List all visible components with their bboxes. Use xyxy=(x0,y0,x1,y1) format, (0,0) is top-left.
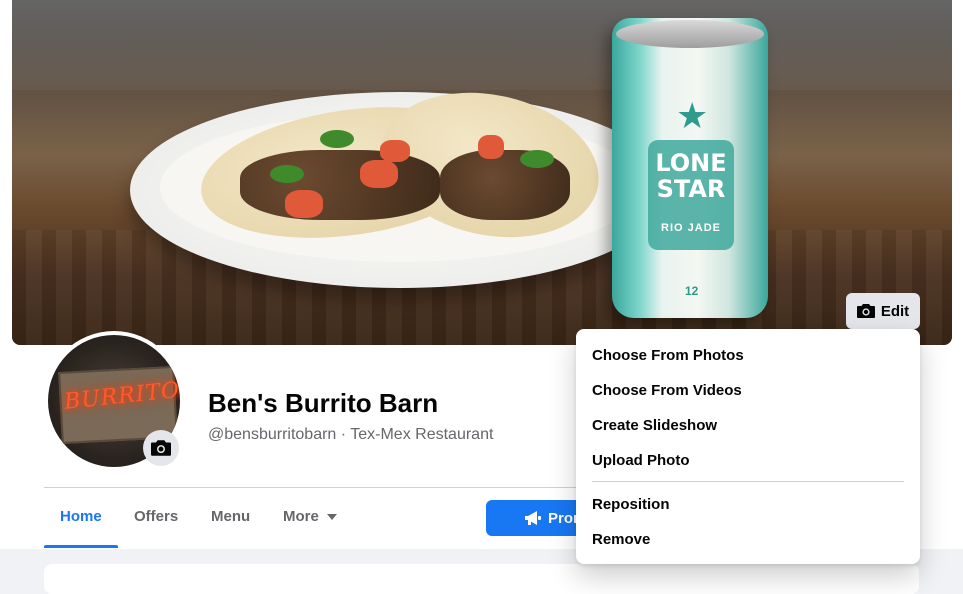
taco-filling xyxy=(240,150,440,220)
menu-item-create-slideshow[interactable]: Create Slideshow xyxy=(592,417,717,434)
camera-icon xyxy=(856,304,875,318)
tomato xyxy=(360,160,398,188)
menu-item-choose-from-photos[interactable]: Choose From Photos xyxy=(592,347,744,364)
megaphone-icon xyxy=(525,511,541,525)
tab-more[interactable]: More xyxy=(283,508,337,525)
tomato xyxy=(478,135,504,159)
cover-background xyxy=(12,0,952,90)
leaf xyxy=(270,165,304,183)
menu-item-reposition[interactable]: Reposition xyxy=(592,496,670,513)
leaf xyxy=(520,150,554,168)
active-tab-indicator xyxy=(44,545,118,548)
tab-menu[interactable]: Menu xyxy=(211,508,250,525)
can-size-text: 12 xyxy=(685,284,699,298)
menu-divider xyxy=(592,481,904,482)
update-profile-picture-button[interactable] xyxy=(143,430,179,466)
star-icon: ★ xyxy=(676,95,709,136)
menu-item-upload-photo[interactable]: Upload Photo xyxy=(592,452,690,469)
beer-can-lid xyxy=(616,20,764,48)
tomato xyxy=(380,140,410,162)
tab-home[interactable]: Home xyxy=(60,508,102,525)
tab-offers[interactable]: Offers xyxy=(134,508,178,525)
edit-cover-button[interactable]: Edit xyxy=(846,293,920,329)
cover-edit-menu: Choose From Photos Choose From Videos Cr… xyxy=(576,329,920,564)
content-card xyxy=(44,564,919,594)
caret-down-icon xyxy=(326,514,337,521)
menu-item-choose-from-videos[interactable]: Choose From Videos xyxy=(592,382,742,399)
leaf xyxy=(320,130,354,148)
menu-item-remove[interactable]: Remove xyxy=(592,531,650,548)
camera-icon xyxy=(151,440,171,456)
edit-cover-label: Edit xyxy=(880,302,910,320)
page-title: Ben's Burrito Barn xyxy=(208,388,439,418)
tab-more-label: More xyxy=(283,508,319,525)
tomato xyxy=(285,190,323,218)
can-brand-text: LONE STAR xyxy=(655,149,727,203)
can-variant-text: RIO JADE xyxy=(661,222,721,234)
page-subtitle: @bensburritobarn · Tex-Mex Restaurant xyxy=(208,426,494,443)
